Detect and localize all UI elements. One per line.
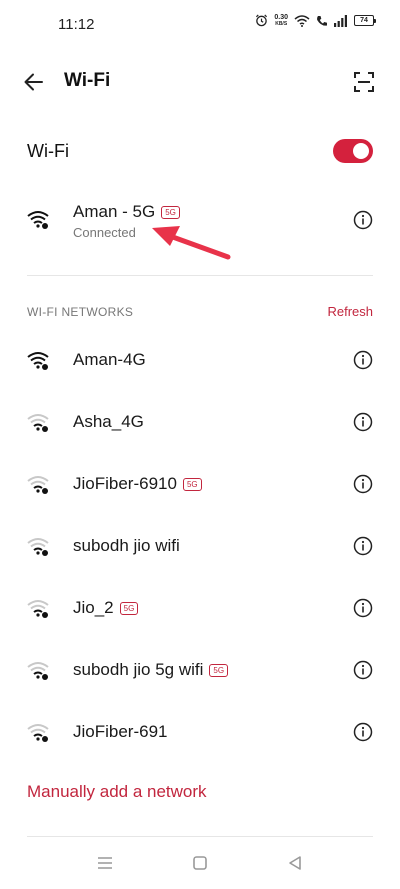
- navigation-bar: [0, 841, 400, 889]
- info-icon[interactable]: [353, 660, 373, 680]
- back-triangle-icon: [289, 856, 301, 870]
- wifi-signal-weak-icon: [27, 724, 49, 742]
- connected-network-row[interactable]: Aman - 5G 5G Connected: [0, 194, 400, 250]
- home-square-icon: [193, 856, 207, 870]
- network-speed: 0.30 KB/S: [274, 14, 288, 27]
- network-row[interactable]: Aman-4G: [0, 333, 400, 389]
- network-speed-value: 0.30: [274, 14, 288, 21]
- network-name: JioFiber-6910: [73, 474, 177, 493]
- network-name-wrap: JioFiber-691: [73, 722, 168, 742]
- badge-5g: 5G: [161, 205, 180, 219]
- wifi-signal-weak-icon: [27, 662, 49, 680]
- wifi-toggle-label: Wi-Fi: [27, 141, 69, 161]
- wifi-toggle-switch[interactable]: [333, 139, 373, 163]
- volte-call-icon: [317, 15, 327, 26]
- network-name-wrap: subodh jio wifi: [73, 536, 180, 556]
- badge-5g: 5G: [209, 663, 229, 677]
- divider: [27, 275, 373, 276]
- scan-icon: [354, 72, 374, 92]
- network-name-wrap: JioFiber-6910 5G: [73, 474, 202, 494]
- network-row[interactable]: JioFiber-6910 5G: [0, 457, 400, 513]
- info-icon[interactable]: [353, 536, 373, 556]
- scan-qr-button[interactable]: [352, 70, 376, 94]
- home-nav-button[interactable]: [186, 849, 214, 877]
- refresh-button[interactable]: Refresh: [327, 304, 373, 319]
- divider: [27, 836, 373, 837]
- network-name: JioFiber-691: [73, 722, 168, 741]
- add-network-button[interactable]: Manually add a network: [27, 782, 207, 802]
- network-row[interactable]: JioFiber-691: [0, 705, 400, 761]
- badge-5g: 5G: [119, 601, 139, 615]
- wifi-signal-weak-icon: [27, 476, 49, 494]
- network-row[interactable]: subodh jio 5g wifi 5G: [0, 643, 400, 699]
- section-title: WI-FI NETWORKS: [27, 305, 134, 319]
- wifi-signal-weak-icon: [27, 600, 49, 618]
- page-title: Wi-Fi: [64, 70, 111, 91]
- wifi-toggle-row: Wi-Fi: [27, 128, 373, 176]
- signal-icon: [334, 14, 347, 27]
- networks-section-header: WI-FI NETWORKS Refresh: [27, 303, 373, 321]
- connected-network-name-wrap: Aman - 5G 5G: [73, 202, 180, 222]
- battery-icon: 74: [354, 15, 376, 26]
- alarm-icon: [256, 14, 268, 27]
- network-name-wrap: subodh jio 5g wifi 5G: [73, 660, 229, 680]
- back-button[interactable]: [20, 68, 50, 96]
- menu-icon: [98, 857, 112, 869]
- info-icon[interactable]: [353, 412, 373, 432]
- network-name: Jio_2: [73, 598, 114, 617]
- info-icon[interactable]: [353, 598, 373, 618]
- wifi-signal-full-icon: [27, 352, 49, 370]
- connected-network-name: Aman - 5G: [73, 202, 156, 221]
- back-arrow-icon: [24, 73, 43, 91]
- network-speed-unit: KB/S: [275, 21, 288, 27]
- network-name-wrap: Asha_4G: [73, 412, 144, 432]
- toggle-knob: [353, 143, 369, 159]
- wifi-signal-weak-icon: [27, 414, 49, 432]
- status-time: 11:12: [58, 16, 95, 33]
- info-icon[interactable]: [353, 474, 373, 494]
- menu-nav-button[interactable]: [91, 849, 119, 877]
- status-icons: 0.30 KB/S 74: [255, 14, 376, 27]
- network-name: subodh jio wifi: [73, 536, 180, 555]
- network-name-wrap: Aman-4G: [73, 350, 146, 370]
- info-icon[interactable]: [353, 722, 373, 742]
- network-row[interactable]: subodh jio wifi: [0, 519, 400, 575]
- network-name-wrap: Jio_2 5G: [73, 598, 139, 618]
- network-row[interactable]: Jio_2 5G: [0, 581, 400, 637]
- connected-status: Connected: [73, 225, 136, 240]
- network-name: Asha_4G: [73, 412, 144, 431]
- badge-5g: 5G: [182, 477, 202, 491]
- info-icon[interactable]: [353, 350, 373, 370]
- app-bar: Wi-Fi: [0, 56, 400, 108]
- battery-level: 74: [360, 17, 368, 24]
- info-icon[interactable]: [353, 210, 373, 230]
- network-row[interactable]: Asha_4G: [0, 395, 400, 451]
- network-name: subodh jio 5g wifi: [73, 660, 204, 679]
- wifi-status-icon: [294, 14, 310, 27]
- status-bar: 11:12 0.30 KB/S 74: [0, 0, 400, 50]
- wifi-signal-full-icon: [27, 211, 49, 229]
- network-name: Aman-4G: [73, 350, 146, 369]
- back-nav-button[interactable]: [281, 849, 309, 877]
- wifi-signal-weak-icon: [27, 538, 49, 556]
